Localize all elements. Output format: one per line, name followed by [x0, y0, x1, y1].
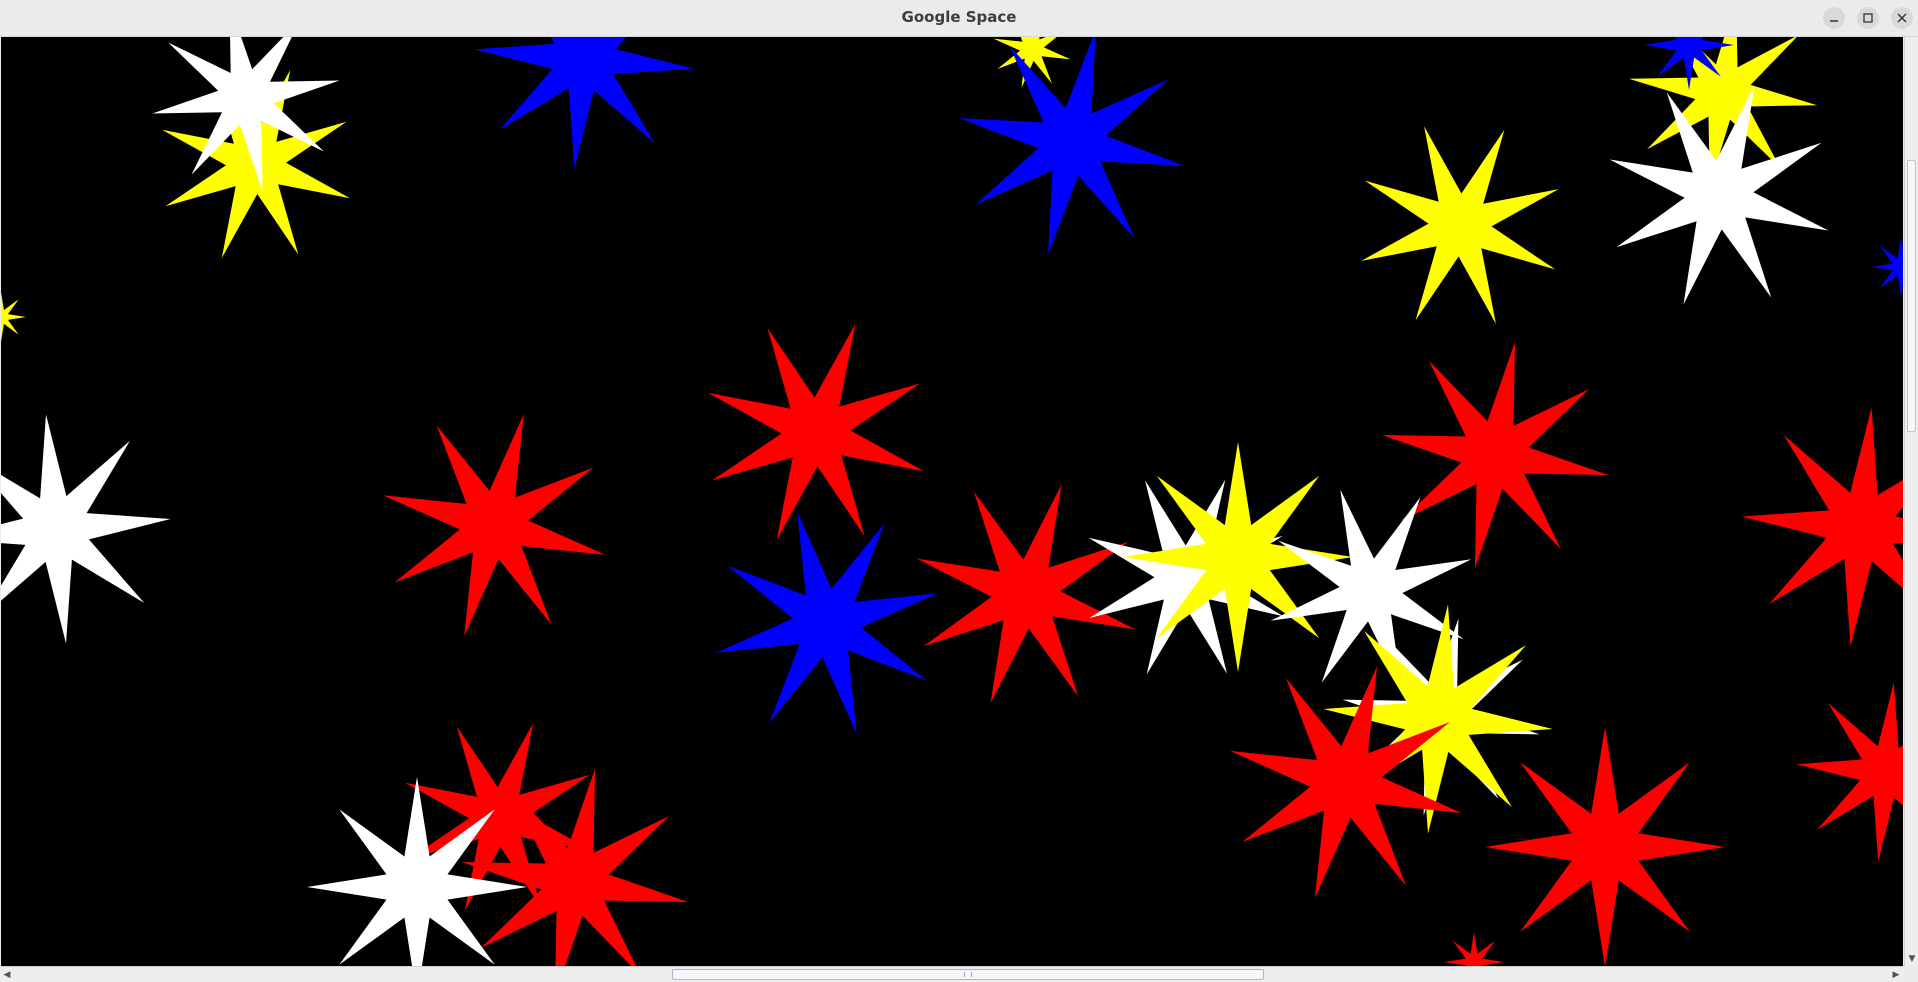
red-star — [1381, 341, 1609, 569]
star-field — [1, 37, 1903, 966]
blue-star — [474, 37, 694, 169]
minimize-icon — [1830, 20, 1838, 22]
app-window: Google Space ▼ ◀ ▶ — [0, 0, 1918, 982]
title-bar[interactable]: Google Space — [0, 0, 1918, 37]
white-star — [1, 414, 171, 644]
window-title: Google Space — [901, 8, 1017, 26]
close-icon — [1897, 13, 1907, 23]
minimize-button[interactable] — [1823, 7, 1845, 29]
maximize-button[interactable] — [1857, 7, 1879, 29]
scroll-down-arrow-icon[interactable]: ▼ — [1905, 952, 1918, 966]
scroll-grip-icon — [964, 972, 972, 977]
vertical-scroll-thumb[interactable] — [1907, 160, 1916, 432]
red-star — [1796, 682, 1903, 862]
red-star — [1444, 932, 1504, 966]
red-star — [916, 484, 1136, 704]
close-button[interactable] — [1891, 7, 1913, 29]
blue-star — [715, 511, 939, 735]
scrollbar-corner — [1904, 966, 1918, 982]
red-star — [1485, 727, 1725, 966]
yellow-star — [1361, 126, 1559, 324]
red-star — [707, 323, 925, 541]
scroll-right-arrow-icon[interactable]: ▶ — [1889, 968, 1903, 982]
horizontal-scroll-thumb[interactable] — [672, 969, 1264, 980]
yellow-star — [1, 292, 26, 342]
horizontal-scrollbar[interactable]: ◀ ▶ — [0, 966, 1904, 982]
blue-star — [1871, 237, 1903, 297]
maximize-icon — [1863, 13, 1873, 23]
red-star — [1741, 407, 1903, 647]
blue-star — [959, 37, 1185, 255]
red-star — [382, 413, 606, 637]
vertical-scrollbar[interactable]: ▼ — [1904, 37, 1918, 966]
scroll-left-arrow-icon[interactable]: ◀ — [0, 968, 14, 982]
space-canvas[interactable] — [1, 37, 1903, 966]
